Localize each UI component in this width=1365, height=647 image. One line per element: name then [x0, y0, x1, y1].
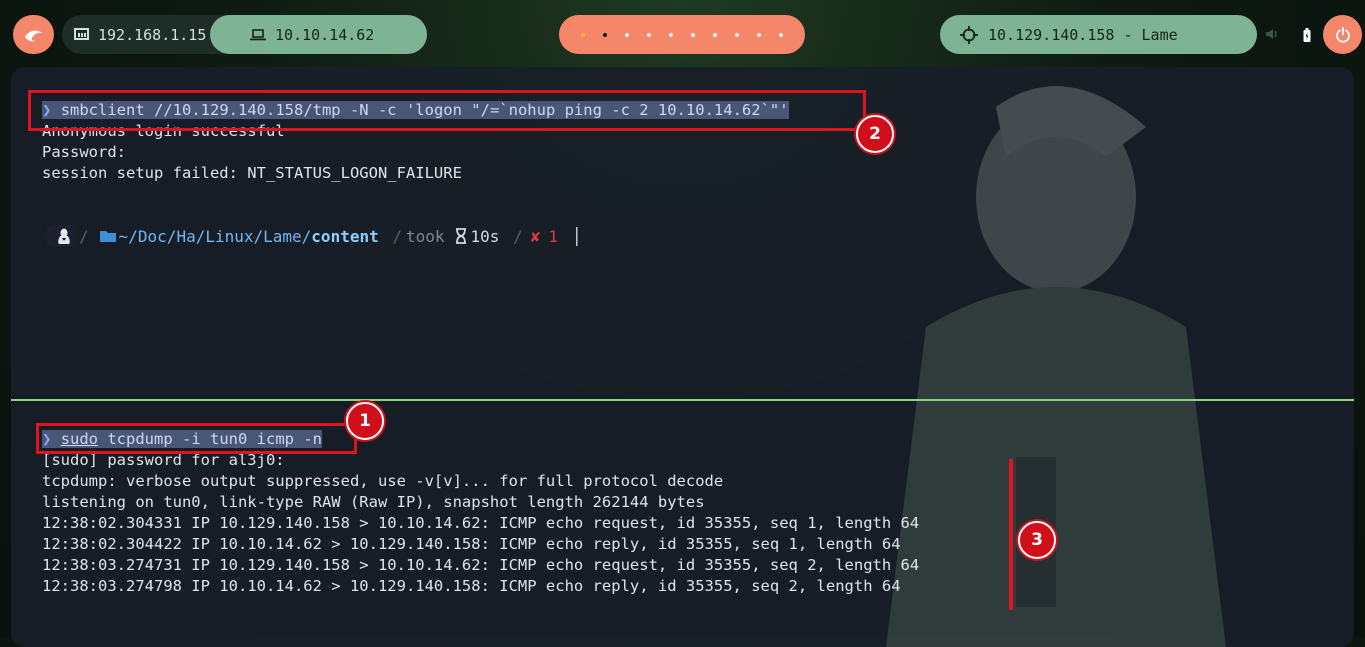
ethernet-icon	[74, 28, 89, 40]
icmp-packet-line: 12:38:03.274798 IP 10.10.14.62 > 10.129.…	[42, 577, 901, 595]
workspace-dot-2[interactable]	[603, 32, 607, 37]
workspace-dot-5[interactable]	[669, 32, 673, 37]
crosshair-icon	[960, 25, 978, 44]
power-button[interactable]	[1323, 15, 1362, 54]
power-icon	[1335, 26, 1350, 43]
local-ip-segment[interactable]: 192.168.1.15	[74, 15, 222, 54]
folder-icon	[99, 231, 116, 242]
text-cursor: │	[571, 226, 582, 246]
target-text: 10.129.140.158 - Lame	[988, 25, 1178, 44]
workspace-switcher	[559, 15, 805, 54]
annotation-box-tcpdump	[36, 423, 357, 454]
workspace-dot-9[interactable]	[757, 32, 761, 37]
workspace-dot-10[interactable]	[779, 32, 783, 37]
output-line: session setup failed: NT_STATUS_LOGON_FA…	[42, 164, 462, 182]
workspace-dot-7[interactable]	[713, 32, 717, 37]
terminal-window[interactable]: ❯ smbclient //10.129.140.158/tmp -N -c '…	[11, 67, 1354, 647]
linux-os-segment	[45, 225, 75, 247]
hourglass-icon	[455, 228, 466, 244]
shell-status-line: / ~/Doc/Ha/Linux/Lame/content / took 10s…	[45, 225, 582, 247]
command-duration: 10s	[470, 226, 500, 246]
workspace-dot-1[interactable]	[581, 32, 585, 37]
distro-logo-button[interactable]	[13, 15, 54, 54]
annotation-badge-3: 3	[1018, 521, 1056, 559]
current-path: ~/Doc/Ha/Linux/Lame/content	[118, 226, 379, 246]
took-label: took	[406, 226, 445, 246]
separator: /	[382, 226, 402, 246]
annotation-badge-1: 1	[346, 402, 384, 440]
error-icon: ✘	[530, 226, 541, 246]
icmp-packet-line: 12:38:02.304331 IP 10.129.140.158 > 10.1…	[42, 514, 920, 532]
output-line: listening on tun0, link-type RAW (Raw IP…	[42, 493, 705, 511]
workspace-dot-8[interactable]	[735, 32, 739, 37]
vpn-ip-segment[interactable]: 10.10.14.62	[210, 15, 427, 54]
workspace-dot-6[interactable]	[691, 32, 695, 37]
separator: /	[503, 226, 523, 246]
annotation-box-smbclient	[28, 90, 866, 131]
output-line: tcpdump: verbose output suppressed, use …	[42, 472, 724, 490]
annotation-badge-2: 2	[856, 115, 894, 153]
workspace-dot-4[interactable]	[647, 32, 651, 37]
tux-icon	[58, 228, 70, 244]
icmp-packet-line: 12:38:03.274731 IP 10.129.140.158 > 10.1…	[42, 556, 920, 574]
battery-icon[interactable]	[1303, 27, 1311, 42]
target-pill[interactable]: 10.129.140.158 - Lame	[940, 15, 1257, 54]
separator: /	[79, 226, 89, 246]
pane-divider[interactable]	[11, 399, 1354, 401]
icmp-packet-line: 12:38:02.304422 IP 10.10.14.62 > 10.129.…	[42, 535, 901, 553]
output-line: Password:	[42, 143, 126, 161]
network-info-pill: 192.168.1.15 10.10.14.62	[62, 15, 427, 54]
local-ip-text: 192.168.1.15	[98, 25, 207, 44]
laptop-icon	[250, 28, 266, 40]
vpn-ip-text: 10.10.14.62	[275, 25, 375, 44]
dragon-icon	[24, 30, 43, 41]
exit-code: 1	[548, 226, 558, 246]
volume-icon[interactable]	[1265, 27, 1279, 41]
workspace-dot-3[interactable]	[625, 32, 629, 37]
annotation-line-packets	[1009, 459, 1013, 610]
